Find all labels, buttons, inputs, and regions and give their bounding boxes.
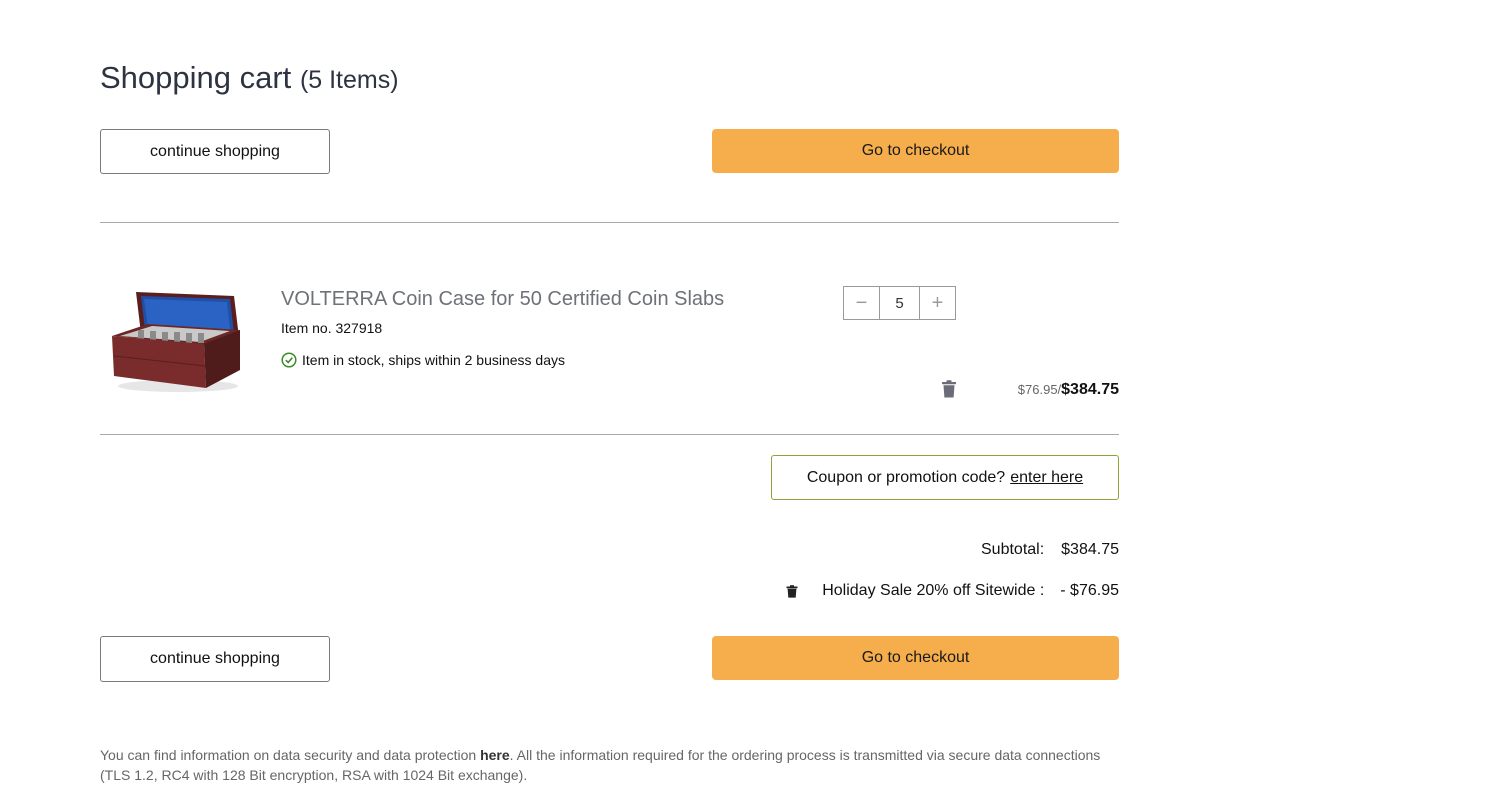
discount-row: Holiday Sale 20% off Sitewide : - $76.95 bbox=[786, 582, 1119, 600]
remove-discount-button[interactable] bbox=[786, 584, 798, 598]
coupon-enter-link[interactable]: enter here bbox=[1010, 469, 1083, 487]
divider-bottom bbox=[100, 434, 1119, 435]
continue-shopping-label: continue shopping bbox=[150, 142, 280, 160]
page-title: Shopping cart (5 Items) bbox=[100, 60, 399, 96]
price-row: $76.95/ $384.75 bbox=[1018, 381, 1119, 399]
subtotal-label: Subtotal: bbox=[981, 541, 1045, 558]
stock-status: Item in stock, ships within 2 business d… bbox=[281, 352, 565, 368]
stock-text: Item in stock, ships within 2 business d… bbox=[302, 352, 566, 368]
coupon-box: Coupon or promotion code? enter here bbox=[771, 455, 1119, 500]
page-title-text: Shopping cart bbox=[100, 60, 292, 95]
checkout-label: Go to checkout bbox=[861, 649, 970, 666]
quantity-stepper: − 5 + bbox=[843, 286, 956, 320]
trash-icon bbox=[942, 380, 956, 398]
trash-icon bbox=[786, 584, 798, 598]
data-protection-link[interactable]: here bbox=[480, 747, 510, 763]
minus-icon: − bbox=[855, 291, 868, 314]
check-circle-icon bbox=[281, 352, 297, 368]
discount-label: Holiday Sale 20% off Sitewide : bbox=[822, 582, 1045, 599]
remove-item-button[interactable] bbox=[941, 380, 957, 403]
checkout-button-bottom[interactable]: Go to checkout bbox=[712, 636, 1119, 680]
quantity-input[interactable]: 5 bbox=[879, 287, 920, 319]
unit-price: $76.95/ bbox=[1017, 382, 1062, 397]
discount-value: - $76.95 bbox=[1060, 582, 1119, 599]
increase-quantity-button[interactable]: + bbox=[920, 287, 955, 319]
product-name-link[interactable]: VOLTERRA Coin Case for 50 Certified Coin… bbox=[281, 288, 724, 311]
continue-shopping-button-bottom[interactable]: continue shopping bbox=[100, 636, 330, 682]
divider-top bbox=[100, 222, 1119, 223]
security-text-before: You can find information on data securit… bbox=[100, 747, 481, 763]
item-number: Item no. 327918 bbox=[281, 320, 383, 336]
continue-shopping-label: continue shopping bbox=[150, 650, 280, 667]
decrease-quantity-button[interactable]: − bbox=[844, 287, 879, 319]
checkout-label: Go to checkout bbox=[861, 142, 970, 159]
coin-case-image bbox=[112, 292, 240, 392]
security-notice: You can find information on data securit… bbox=[100, 745, 1110, 785]
subtotal-value: $384.75 bbox=[1061, 541, 1119, 558]
coupon-prompt: Coupon or promotion code? bbox=[806, 468, 1006, 486]
item-count: (5 Items) bbox=[299, 66, 399, 94]
product-image[interactable] bbox=[108, 286, 242, 396]
subtotal-row: Subtotal: $384.75 bbox=[981, 541, 1119, 559]
line-total: $384.75 bbox=[1061, 381, 1119, 398]
plus-icon: + bbox=[931, 291, 944, 314]
continue-shopping-button-top[interactable]: continue shopping bbox=[100, 129, 330, 174]
checkout-button-top[interactable]: Go to checkout bbox=[712, 129, 1119, 173]
